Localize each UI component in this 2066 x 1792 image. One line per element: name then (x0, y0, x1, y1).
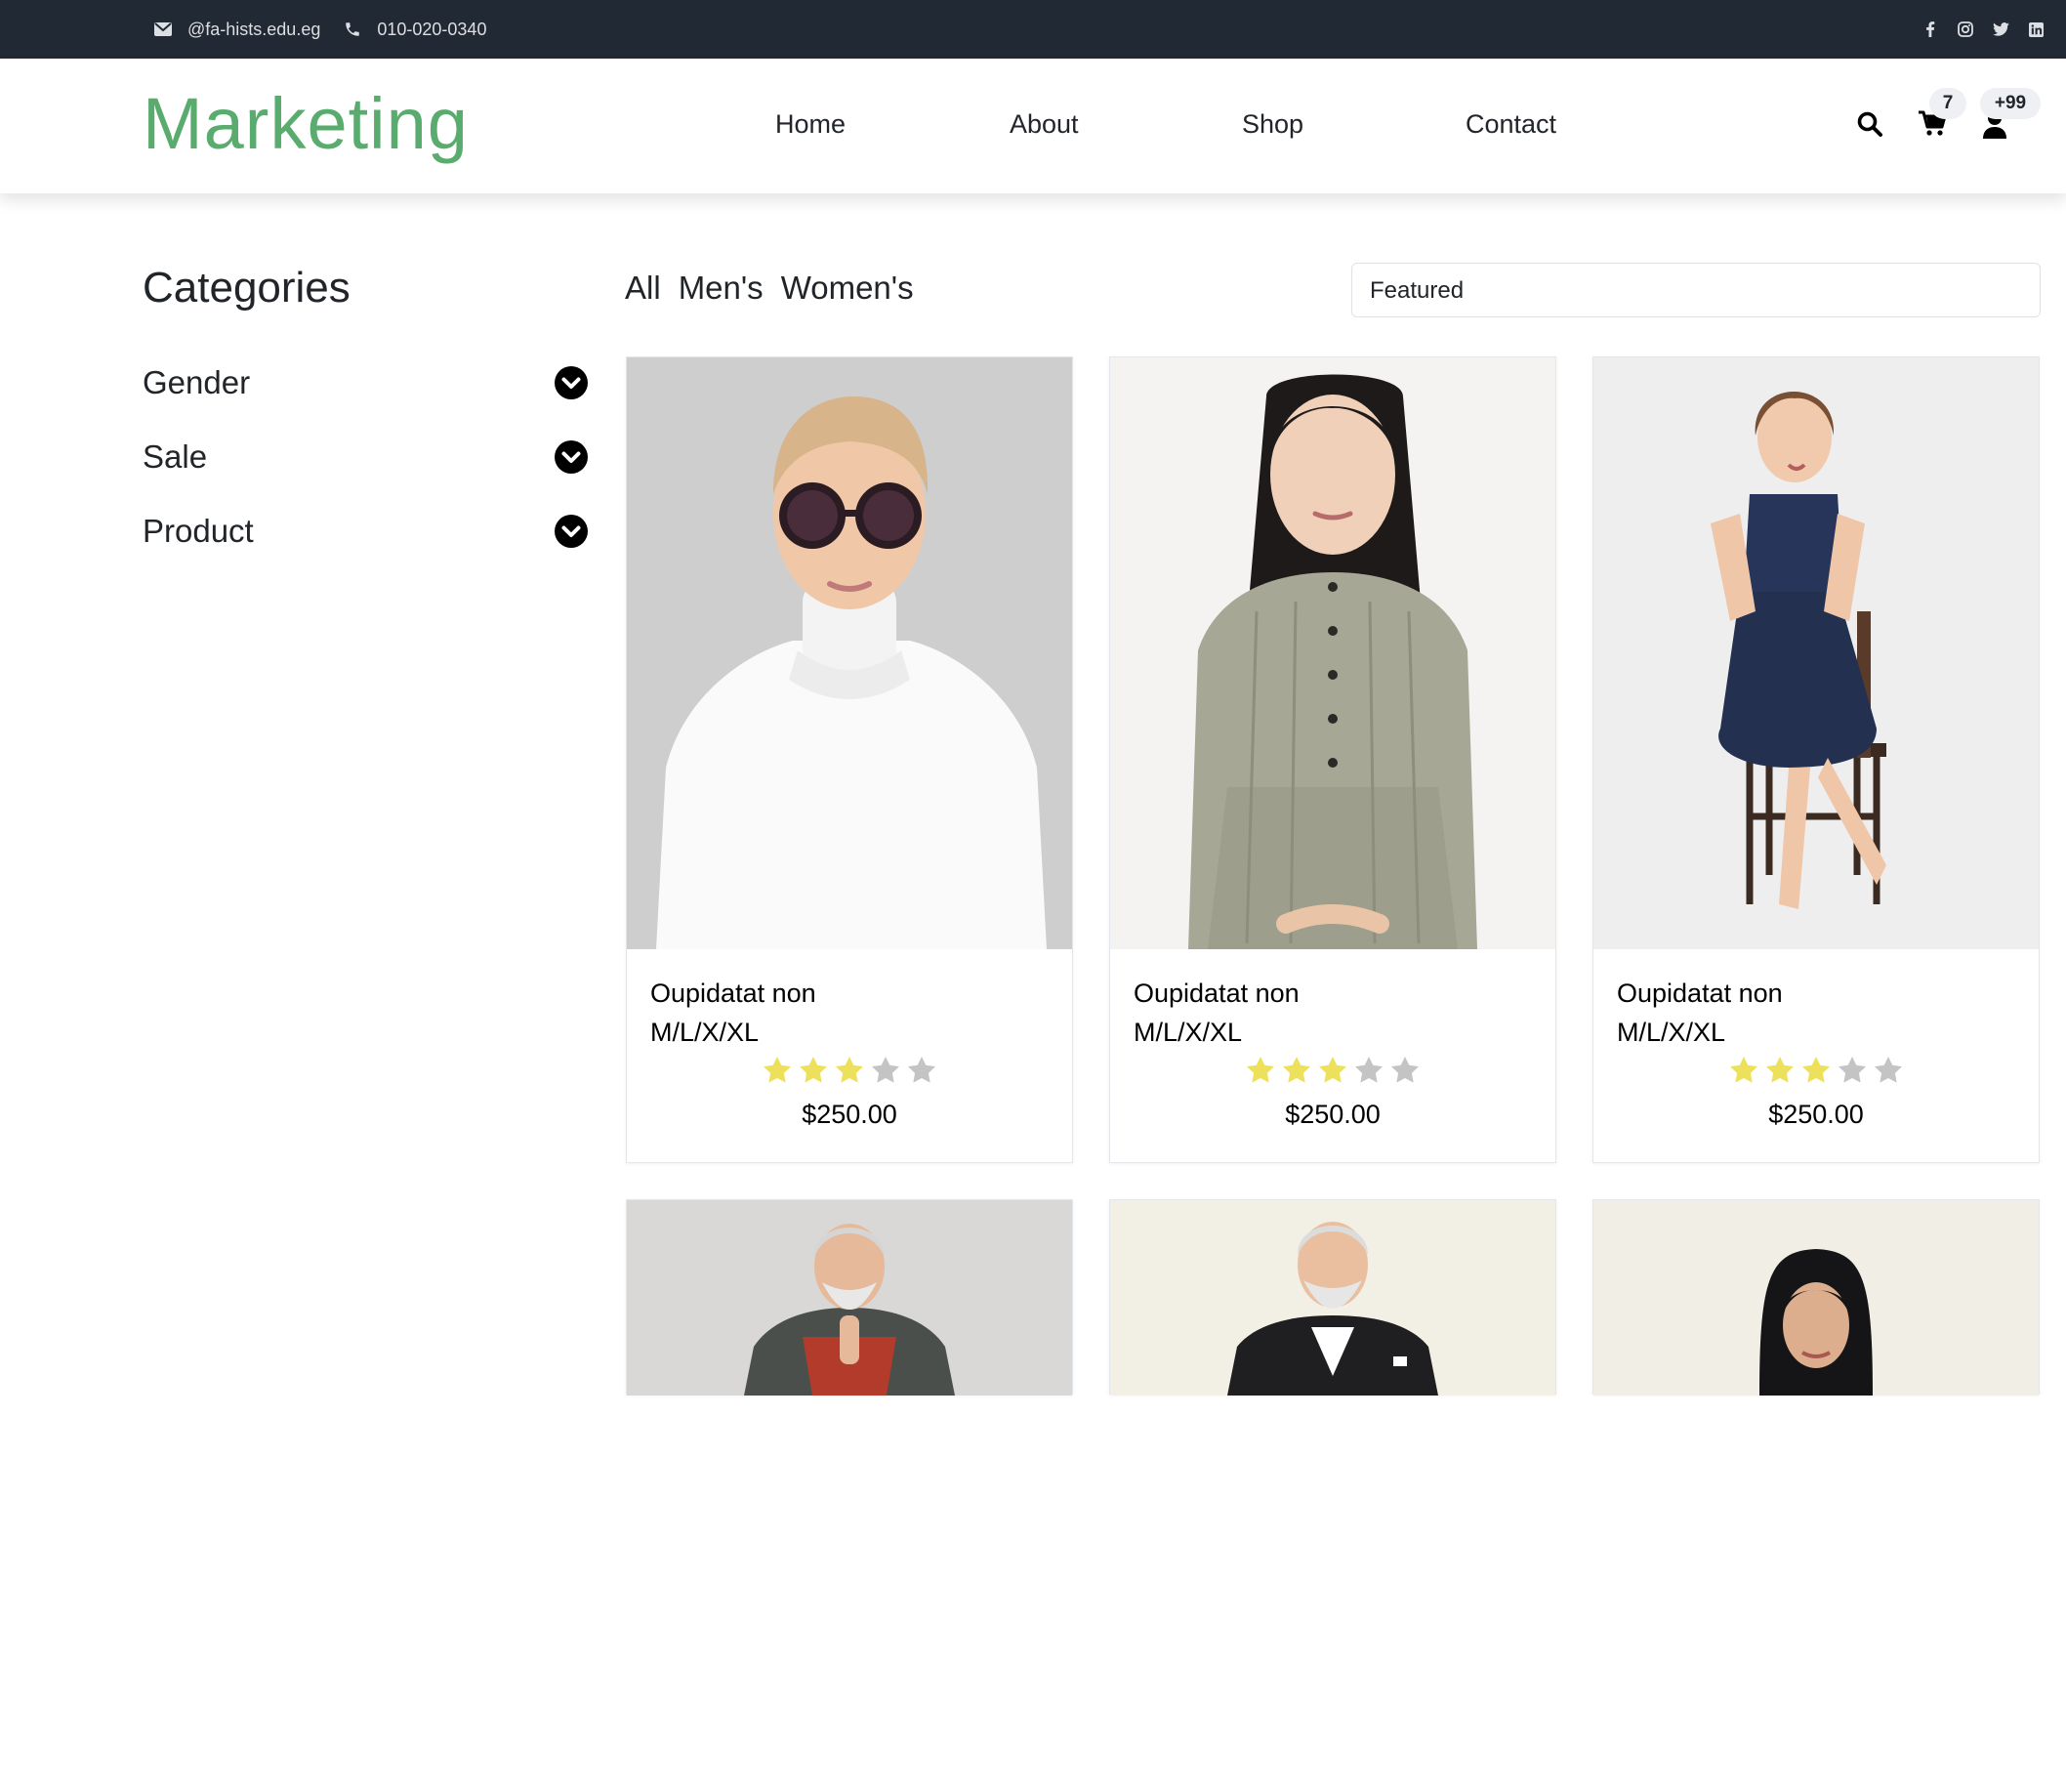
top-bar: @fa-hists.edu.eg 010-020-0340 (0, 0, 2066, 59)
phone-icon (342, 19, 363, 40)
category-product[interactable]: Product (143, 507, 588, 556)
star-empty-icon (908, 1057, 935, 1083)
star-empty-icon (1391, 1057, 1419, 1083)
product-sizes: M/L/X/XL (650, 1018, 760, 1047)
search-icon[interactable] (1853, 107, 1886, 141)
product-sizes: M/L/X/XL (1617, 1018, 1726, 1047)
header-actions: 7 +99 (0, 59, 2066, 193)
chevron-down-icon[interactable] (555, 440, 588, 474)
product-price: $250.00 (1285, 1100, 1381, 1129)
star-filled-icon (1730, 1057, 1757, 1083)
phone-link[interactable]: 010-020-0340 (377, 20, 486, 40)
product-sizes: M/L/X/XL (1134, 1018, 1243, 1047)
user-count-badge: +99 (1980, 88, 2041, 119)
product-image[interactable] (1110, 1200, 1555, 1792)
star-empty-icon (1875, 1057, 1902, 1083)
star-filled-icon (1766, 1057, 1794, 1083)
product-card[interactable]: Oupidatat non M/L/X/XL $250.00 (626, 356, 1073, 1163)
product-card[interactable] (626, 1199, 1073, 1396)
chevron-down-icon[interactable] (555, 366, 588, 399)
star-filled-icon (1319, 1057, 1346, 1083)
product-image[interactable] (1593, 357, 2039, 949)
category-label: Product (143, 513, 254, 549)
category-label: Gender (143, 364, 251, 400)
filter-all[interactable]: All (625, 270, 661, 307)
product-image[interactable] (627, 357, 1072, 949)
site-header: Marketing Home About Shop Contact 7 +99 (0, 59, 2066, 193)
product-image[interactable] (627, 1200, 1072, 1792)
product-name[interactable]: Oupidatat non (1617, 979, 1783, 1009)
category-sale[interactable]: Sale (143, 433, 588, 481)
cart-count-badge: 7 (1929, 88, 1966, 119)
product-price: $250.00 (1768, 1100, 1864, 1129)
product-card[interactable]: Oupidatat non M/L/X/XL $250.00 (1592, 356, 2040, 1163)
product-rating (627, 1055, 1072, 1086)
product-name[interactable]: Oupidatat non (650, 979, 816, 1009)
gender-filter-tabs: All Men's Women's (625, 270, 914, 307)
filter-womens[interactable]: Women's (781, 270, 914, 307)
star-filled-icon (1283, 1057, 1310, 1083)
category-gender[interactable]: Gender (143, 358, 588, 407)
filter-mens[interactable]: Men's (679, 270, 764, 307)
star-filled-icon (1247, 1057, 1274, 1083)
email-link[interactable]: @fa-hists.edu.eg (187, 20, 320, 40)
instagram-icon[interactable] (1957, 21, 1974, 38)
contact-info: @fa-hists.edu.eg 010-020-0340 (152, 0, 508, 59)
star-empty-icon (1839, 1057, 1866, 1083)
product-rating (1110, 1055, 1555, 1086)
product-image[interactable] (1110, 357, 1555, 949)
envelope-icon (152, 19, 174, 40)
star-filled-icon (836, 1057, 863, 1083)
product-price: $250.00 (802, 1100, 897, 1129)
twitter-icon[interactable] (1992, 21, 2009, 38)
product-name[interactable]: Oupidatat non (1134, 979, 1300, 1009)
star-empty-icon (872, 1057, 899, 1083)
facebook-icon[interactable] (1921, 21, 1939, 38)
star-filled-icon (800, 1057, 827, 1083)
linkedin-icon[interactable] (2027, 21, 2045, 38)
product-card[interactable] (1592, 1199, 2040, 1396)
chevron-down-icon[interactable] (555, 515, 588, 548)
star-empty-icon (1355, 1057, 1383, 1083)
star-filled-icon (764, 1057, 791, 1083)
star-filled-icon (1802, 1057, 1830, 1083)
product-image[interactable] (1593, 1200, 2039, 1792)
product-card[interactable] (1109, 1199, 1556, 1396)
social-links (1921, 0, 2045, 59)
categories-heading: Categories (143, 264, 351, 312)
category-label: Sale (143, 438, 208, 475)
product-card[interactable]: Oupidatat non M/L/X/XL $250.00 (1109, 356, 1556, 1163)
sort-select[interactable]: Featured (1351, 263, 2041, 317)
product-rating (1593, 1055, 2039, 1086)
